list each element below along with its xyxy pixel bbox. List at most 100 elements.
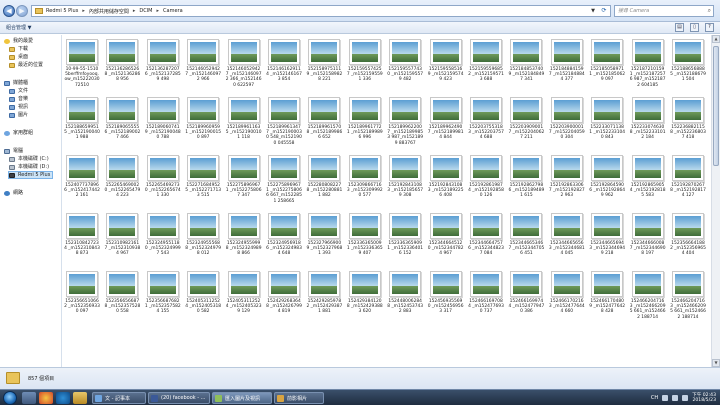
file-item[interactable]: 1521589751119 _m1521589828 221: [306, 39, 342, 83]
file-item[interactable]: 1522758969671 _m1522758067 347: [226, 155, 262, 199]
file-item[interactable]: 1521460529427 _m1521460972 966: [185, 39, 221, 83]
flag-icon[interactable]: [682, 395, 689, 401]
vertical-scrollbar[interactable]: ▲ ▼: [711, 35, 720, 367]
file-item[interactable]: 1524077378966 _m1524174422 161: [64, 155, 100, 199]
file-item[interactable]: 1523566876821 _m1523575824 155: [145, 271, 181, 315]
file-item[interactable]: 1523109821617 _m1523109384 967: [104, 213, 140, 257]
nav-item-music[interactable]: 音樂: [9, 95, 28, 103]
language-indicator[interactable]: CH: [651, 395, 658, 401]
file-item[interactable]: 1524661704809 _m1524776428 428: [589, 271, 625, 315]
file-item[interactable]: 1521362872076 _m1521372859 498: [145, 39, 181, 83]
file-item[interactable]: 1523249551180 _m1523249997 543: [145, 213, 181, 257]
nav-item-redmi-5-plus[interactable]: Redmi 5 Plus: [8, 171, 54, 179]
file-item[interactable]: 1521928627986 _m1521894891 615: [508, 155, 544, 199]
file-item[interactable]: 1523249555688 _m1523249798 012: [185, 213, 221, 257]
file-item[interactable]: 1523446647576 _m1523448237 084: [468, 213, 504, 257]
file-item[interactable]: 1521928431083 _m1521892256 408: [428, 155, 464, 199]
taskbar-notepad[interactable]: 文 - 記事本: [92, 392, 146, 404]
breadcrumb-dcim[interactable]: DCIM: [139, 8, 152, 14]
scroll-up-icon[interactable]: ▲: [712, 35, 720, 43]
nav-item-computer[interactable]: 電腦: [4, 147, 23, 155]
file-item[interactable]: 10-99-55-1510 5berffmfoyooq. ow_m1522203…: [64, 39, 100, 88]
nav-item-homegroup[interactable]: 家用群組: [4, 129, 33, 137]
file-item[interactable]: 1521928659054 _m1521928185 583: [630, 155, 666, 199]
file-item[interactable]: 1523446653467 _m1523447056 451: [508, 213, 544, 257]
file-item[interactable]: 1522368821158 _m1522368037 418: [670, 97, 706, 141]
nav-item-downloads[interactable]: 下載: [9, 45, 28, 53]
file-item[interactable]: 1524053112524 _m1524053180 582: [185, 271, 221, 315]
file-item[interactable]: 1521595577430 _m1521595579 482: [387, 39, 423, 83]
nav-item-desktop[interactable]: 桌面: [9, 53, 28, 61]
view-options-icon[interactable]: ▤: [675, 23, 684, 32]
volume-icon[interactable]: [672, 395, 679, 401]
scroll-down-icon[interactable]: ▼: [712, 359, 720, 367]
file-item[interactable]: 1522654692730 _m1522656741 330: [145, 155, 181, 199]
file-item[interactable]: 1523566641882 _m1523569654 404: [670, 213, 706, 257]
file-item[interactable]: 1523363650091 _m1523363659 407: [347, 213, 383, 257]
file-item[interactable]: 1522039090017 _m1522040627 211: [508, 97, 544, 141]
nav-item-drive-d[interactable]: 本機磁碟 (D:): [9, 163, 49, 171]
file-item[interactable]: 1521899609591 _m1521900150 897: [185, 97, 221, 141]
file-item[interactable]: 1521872101591 _m1521872576 987_m1521872 …: [630, 39, 666, 88]
nav-item-documents[interactable]: 文件: [9, 87, 28, 95]
chevron-right-icon[interactable]: ▸: [133, 8, 136, 14]
file-item[interactable]: 1522654690020 _m1522654794 223: [104, 155, 140, 199]
nav-item-libraries[interactable]: 媒體櫃: [4, 79, 28, 87]
file-item[interactable]: 1523566566878 _m1523575280 558: [104, 271, 140, 315]
file-item[interactable]: 1523446656943 _m1523446949 218: [589, 213, 625, 257]
file-item[interactable]: 1521362865268 _m1521362868 956: [104, 39, 140, 83]
nav-item-drive-c[interactable]: 本機磁碟 (C:): [9, 155, 49, 163]
file-item[interactable]: 1521848537409 _m1521848497 341: [508, 39, 544, 83]
nav-item-network[interactable]: 網路: [4, 189, 23, 197]
file-item[interactable]: 1521928431083 _m1521856579 308: [387, 155, 423, 199]
refresh-icon[interactable]: ⟳: [599, 6, 609, 16]
nav-item-recent-places[interactable]: 最近的位置: [9, 61, 43, 69]
file-item[interactable]: 1522758969671 _m1522758066 667_m1522851 …: [266, 155, 302, 204]
file-item[interactable]: 1521899611635 _m1521900101 118: [226, 97, 262, 141]
file-item[interactable]: 1521850589711 _m1521850629 097: [589, 39, 625, 83]
nav-item-favorites[interactable]: 我的最愛: [4, 37, 33, 45]
search-icon[interactable]: ⌕: [708, 6, 711, 16]
file-item[interactable]: 1521886568885 _m1521886791 504: [670, 39, 706, 83]
file-item[interactable]: 1521899622007 _m1521899853 987_m1521899 …: [387, 97, 423, 146]
file-item[interactable]: 1524661697084 _m1524776930 737: [468, 271, 504, 315]
file-item[interactable]: 1524053112524 _m1524053239 129: [226, 271, 262, 315]
preview-pane-icon[interactable]: ▯: [690, 23, 699, 32]
file-item[interactable]: 1521899624907 _m1521899814 844: [428, 97, 464, 141]
file-item[interactable]: 1523446660087 _m1523446908 197: [630, 213, 666, 257]
file-item[interactable]: 1522808082278 _m1522808811 882: [306, 155, 342, 199]
file-item[interactable]: 1521460529427 _m1521460972 366_m1521460 …: [226, 39, 262, 88]
file-item[interactable]: 1521899615708 _m1521899866 652: [306, 97, 342, 141]
file-item[interactable]: 1521595574257 _m1521595591 336: [347, 39, 383, 83]
file-item[interactable]: 1524661699744 _m1524779470 386: [508, 271, 544, 315]
nav-item-videos[interactable]: 視訊: [9, 103, 28, 111]
file-item[interactable]: 1524662047163 _m1524662095 661_m1524662 …: [630, 271, 666, 320]
chevron-down-icon[interactable]: ▼: [588, 6, 598, 16]
organize-button[interactable]: 組合管理 ▼: [6, 24, 31, 32]
explorer-pinned-icon[interactable]: [22, 392, 36, 404]
nav-item-pictures[interactable]: 圖片: [9, 111, 28, 119]
chevron-right-icon[interactable]: ▸: [82, 8, 85, 14]
file-item[interactable]: 1521848841597 _m1521848844 377: [549, 39, 585, 83]
file-item[interactable]: 1523249569186 _m1523249834 648: [266, 213, 302, 257]
breadcrumb-device[interactable]: Redmi 5 Plus: [46, 8, 78, 14]
help-icon[interactable]: ?: [705, 23, 714, 32]
folder-pinned-icon[interactable]: [73, 392, 87, 404]
start-button[interactable]: [3, 391, 17, 405]
taskbar-import-photos[interactable]: 匯入圖片及視訊: [212, 392, 272, 404]
breadcrumb-camera[interactable]: Camera: [163, 8, 183, 14]
file-item[interactable]: 1524569355690 _m1524569563 317: [428, 271, 464, 315]
file-item[interactable]: 1521595596852 _m1521595713 688: [468, 39, 504, 83]
taskbar-facebook[interactable]: (20) facebook - ...: [148, 392, 210, 404]
file-item[interactable]: 1524293841208 _m1524293883 620: [347, 271, 383, 315]
file-item[interactable]: 1522330711381 _m1522331040 843: [589, 97, 625, 141]
file-item[interactable]: 1521928633067 _m1521928272 963: [549, 155, 585, 199]
file-item[interactable]: 1523446645120 _m1523447824 967: [428, 213, 464, 257]
ie-pinned-icon[interactable]: [56, 392, 70, 404]
file-item[interactable]: 1524662047163 _m1524662095 661_m1524662 …: [670, 271, 706, 320]
media-player-pinned-icon[interactable]: [39, 392, 53, 404]
file-item[interactable]: 1524661702163 _m1524776444 660: [549, 271, 585, 315]
address-bar[interactable]: Redmi 5 Plus ▸ 內部共用儲存空間 ▸ DCIM ▸ Camera …: [31, 5, 611, 17]
clock[interactable]: 下午 02:43 2018/5/23: [692, 393, 716, 404]
file-item[interactable]: 1523566510662 _m1523569330 097: [64, 271, 100, 315]
